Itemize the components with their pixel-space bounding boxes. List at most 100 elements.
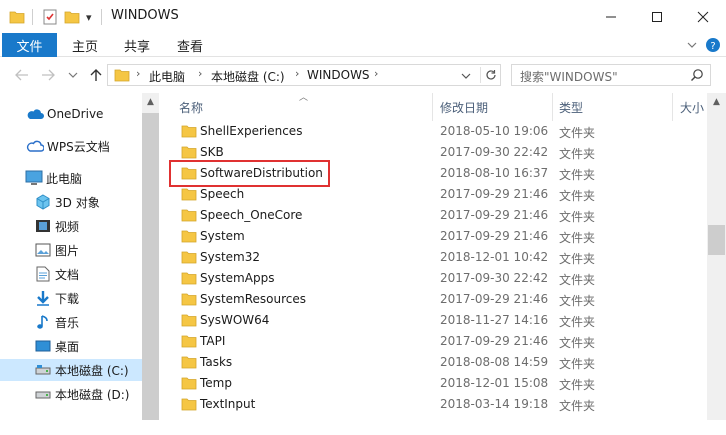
close-button[interactable] (680, 0, 726, 33)
file-modified-date: 2017-09-30 22:42 (440, 145, 549, 159)
sidebar-item-3d-objects[interactable]: 3D 对象 (0, 191, 142, 213)
file-name[interactable]: SysWOW64 (200, 313, 269, 327)
desktop-icon (34, 337, 52, 355)
file-type: 文件夹 (559, 336, 596, 350)
file-row[interactable]: SystemApps 2017-09-30 22:42 文件夹 (159, 268, 707, 289)
column-header-date[interactable]: 修改日期 (440, 93, 488, 121)
scroll-up-arrow-icon[interactable]: ▲ (142, 93, 159, 110)
properties-icon[interactable] (42, 8, 58, 26)
sidebar-item-videos[interactable]: 视频 (0, 215, 142, 237)
tab-home[interactable]: 主页 (72, 33, 98, 57)
breadcrumb-local-disk-c[interactable]: 本地磁盘 (C:) (211, 68, 285, 85)
file-row[interactable]: ShellExperiences 2018-05-10 19:06 文件夹 (159, 121, 707, 142)
file-name[interactable]: Speech_OneCore (200, 208, 302, 222)
sidebar-item-onedrive[interactable]: OneDrive (0, 103, 142, 125)
file-name[interactable]: Speech (200, 187, 244, 201)
file-name[interactable]: SystemApps (200, 271, 274, 285)
sidebar-item-label: OneDrive (47, 107, 104, 121)
file-type: 文件夹 (559, 315, 596, 329)
recent-locations-chevron-icon[interactable] (63, 65, 83, 85)
quick-access-dropdown-icon[interactable]: ▾ (86, 8, 92, 26)
sidebar-item-local-disk-c[interactable]: 本地磁盘 (C:) (0, 359, 142, 381)
column-divider[interactable] (552, 93, 553, 121)
file-type: 文件夹 (559, 378, 596, 392)
file-type: 文件夹 (559, 189, 596, 203)
breadcrumb-windows[interactable]: WINDOWS (307, 68, 370, 82)
breadcrumb-chevron-icon[interactable]: › (198, 67, 202, 80)
breadcrumb-this-pc[interactable]: 此电脑 (149, 68, 185, 85)
column-header-type[interactable]: 类型 (559, 93, 583, 121)
address-bar[interactable]: › 此电脑 › 本地磁盘 (C:) › WINDOWS › (107, 64, 501, 86)
refresh-icon[interactable] (480, 67, 500, 83)
file-list-scrollbar-thumb[interactable] (708, 225, 725, 255)
folder-icon (181, 335, 197, 348)
column-header-size[interactable]: 大小 (680, 93, 704, 121)
file-row[interactable]: TextInput 2018-03-14 19:18 文件夹 (159, 394, 707, 415)
tab-view[interactable]: 查看 (177, 33, 203, 57)
file-list-scrollbar[interactable]: ▲ (707, 93, 726, 420)
file-row[interactable]: SystemResources 2017-09-29 21:46 文件夹 (159, 289, 707, 310)
maximize-button[interactable] (634, 0, 680, 33)
scroll-up-arrow-icon[interactable]: ▲ (708, 93, 725, 110)
sidebar-item-label: 音乐 (55, 315, 80, 330)
sidebar-item-local-disk-d[interactable]: 本地磁盘 (D:) (0, 383, 142, 405)
back-arrow-icon[interactable] (12, 65, 32, 85)
file-name[interactable]: System (200, 229, 245, 243)
file-row[interactable]: Temp 2018-12-01 15:08 文件夹 (159, 373, 707, 394)
sidebar-scrollbar-thumb[interactable] (142, 113, 159, 420)
sidebar-item-music[interactable]: 音乐 (0, 311, 142, 333)
file-name[interactable]: SystemResources (200, 292, 306, 306)
file-modified-date: 2017-09-29 21:46 (440, 292, 549, 306)
breadcrumb-chevron-icon[interactable]: › (295, 67, 299, 80)
svg-text:?: ? (710, 41, 715, 52)
file-row[interactable]: TAPI 2017-09-29 21:46 文件夹 (159, 331, 707, 352)
breadcrumb-chevron-icon[interactable]: › (374, 67, 378, 80)
ribbon-expand-chevron-icon[interactable] (683, 36, 701, 54)
folder-icon (114, 68, 130, 85)
folder-icon (181, 251, 197, 264)
file-row[interactable]: System 2017-09-29 21:46 文件夹 (159, 226, 707, 247)
folder-icon (181, 209, 197, 222)
tab-share[interactable]: 共享 (124, 33, 150, 57)
new-folder-icon[interactable] (64, 8, 80, 26)
video-icon (34, 217, 52, 235)
sidebar-item-desktop[interactable]: 桌面 (0, 335, 142, 357)
sidebar-item-pictures[interactable]: 图片 (0, 239, 142, 261)
column-header-name[interactable]: 名称 (179, 93, 203, 121)
file-row[interactable]: SysWOW64 2018-11-27 14:16 文件夹 (159, 310, 707, 331)
column-divider[interactable] (432, 93, 433, 121)
folder-icon (181, 230, 197, 243)
file-name[interactable]: Tasks (200, 355, 232, 369)
file-row[interactable]: Speech 2017-09-29 21:46 文件夹 (159, 184, 707, 205)
music-icon (34, 313, 52, 331)
file-name[interactable]: System32 (200, 250, 260, 264)
tab-file[interactable]: 文件 (2, 33, 57, 57)
search-box[interactable]: 搜索"WINDOWS" (511, 64, 711, 86)
file-row[interactable]: System32 2018-12-01 10:42 文件夹 (159, 247, 707, 268)
sidebar-scrollbar[interactable]: ▲ (142, 93, 159, 420)
file-name[interactable]: Temp (200, 376, 232, 390)
folder-icon (181, 314, 197, 327)
breadcrumb-chevron-icon[interactable]: › (136, 67, 140, 80)
minimize-button[interactable] (588, 0, 634, 33)
up-arrow-icon[interactable] (86, 65, 106, 85)
file-row[interactable]: Tasks 2018-08-08 14:59 文件夹 (159, 352, 707, 373)
file-name[interactable]: TAPI (200, 334, 225, 348)
file-name[interactable]: TextInput (200, 397, 255, 411)
column-divider[interactable] (672, 93, 673, 121)
sidebar-item-downloads[interactable]: 下载 (0, 287, 142, 309)
sidebar-item-label: 3D 对象 (55, 195, 100, 210)
sidebar-item-wps-cloud[interactable]: WPS云文档 (0, 135, 142, 157)
address-history-chevron-icon[interactable] (461, 69, 471, 83)
sidebar-item-documents[interactable]: 文档 (0, 263, 142, 285)
sidebar-item-label: 图片 (55, 243, 80, 258)
file-name[interactable]: SKB (200, 145, 224, 159)
search-icon[interactable] (690, 68, 704, 85)
file-name[interactable]: ShellExperiences (200, 124, 302, 138)
wps-cloud-icon (26, 137, 44, 155)
file-modified-date: 2018-12-01 15:08 (440, 376, 549, 390)
sidebar-item-this-pc[interactable]: 此电脑 (0, 167, 142, 189)
help-icon[interactable]: ? (704, 36, 722, 54)
forward-arrow-icon[interactable] (38, 65, 58, 85)
file-row[interactable]: Speech_OneCore 2017-09-29 21:46 文件夹 (159, 205, 707, 226)
